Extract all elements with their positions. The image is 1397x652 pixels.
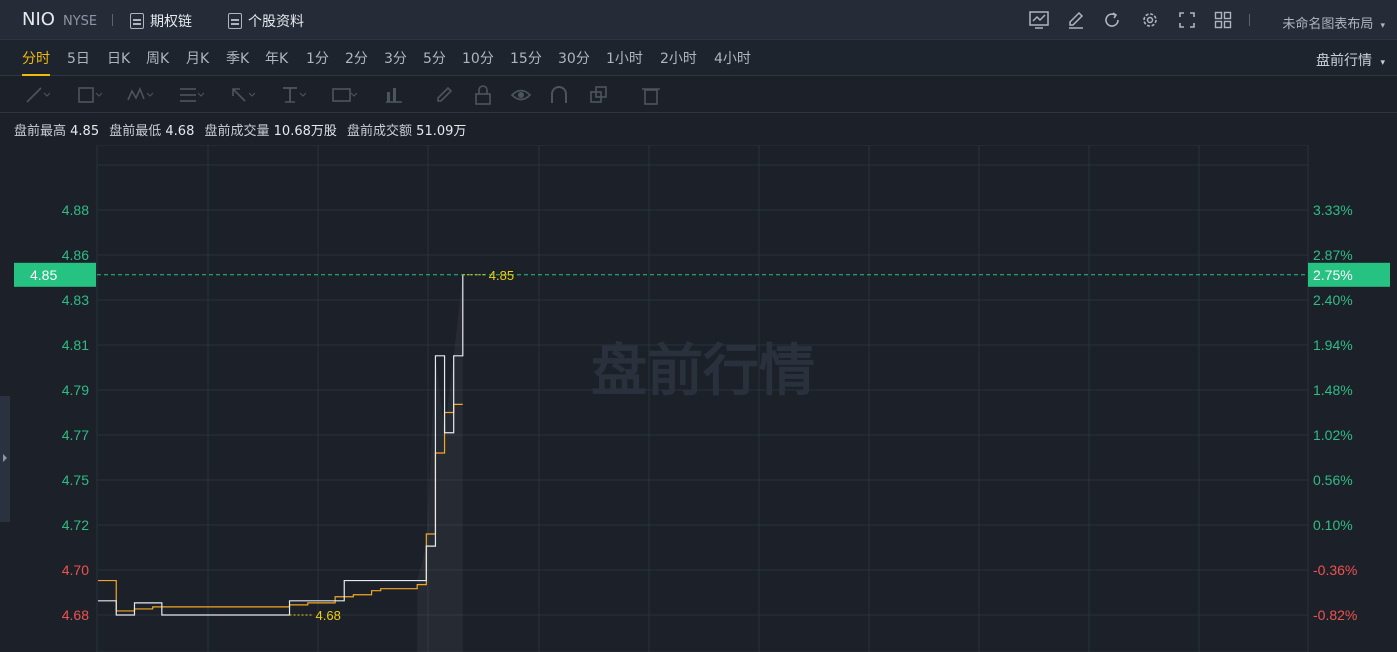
y-tick-label-right: 2.40% <box>1313 292 1353 308</box>
top-bar: NIO NYSE 期权链 个股资料 未命名图表布局 ▾ <box>0 0 1397 40</box>
interval-tab[interactable]: 分时 <box>22 48 50 76</box>
fibonacci-tool-icon[interactable] <box>178 85 204 105</box>
indicator-icon[interactable] <box>1028 9 1050 31</box>
price-chart[interactable]: 盘前行情 4.88 4.86 4.83 4.81 4.79 4.77 4.75 4.72 4.70… <box>0 145 1397 652</box>
low-label: 盘前最低 <box>109 124 162 139</box>
session-label: 盘前行情 <box>1316 53 1373 69</box>
high-marker-label: 4.85 <box>489 268 514 283</box>
y-tick-label-left: 4.70 <box>62 562 89 578</box>
volume-label: 盘前成交量 <box>204 124 270 139</box>
interval-tab[interactable]: 4小时 <box>714 48 751 68</box>
interval-tab[interactable]: 2小时 <box>660 48 697 68</box>
divider <box>1249 14 1250 26</box>
text-tool-icon[interactable] <box>280 85 306 105</box>
y-tick-label-right: 0.10% <box>1313 517 1353 533</box>
y-tick-label-left: 4.68 <box>62 607 89 623</box>
interval-tab[interactable]: 周K <box>146 48 169 68</box>
rectangle-tool-icon[interactable] <box>76 85 102 105</box>
layout-selector[interactable]: 未命名图表布局 ▾ <box>1282 13 1385 32</box>
interval-tab[interactable]: 10分 <box>462 48 494 68</box>
y-tick-label-right: 3.33% <box>1313 202 1353 218</box>
lock-icon[interactable] <box>472 85 498 105</box>
y-tick-label-right: 0.56% <box>1313 472 1353 488</box>
caret-down-icon: ▾ <box>1380 58 1385 68</box>
exchange: NYSE <box>63 14 98 29</box>
interval-tab[interactable]: 2分 <box>345 48 368 68</box>
low-marker-label: 4.68 <box>316 608 341 623</box>
fullscreen-icon[interactable] <box>1176 9 1198 31</box>
y-tick-label-right: 1.94% <box>1313 337 1353 353</box>
amount-label: 盘前成交额 <box>347 124 413 139</box>
arrow-tool-icon[interactable] <box>229 85 255 105</box>
layout-name: 未命名图表布局 <box>1282 17 1374 32</box>
interval-tab[interactable]: 季K <box>226 48 249 68</box>
copy-icon[interactable] <box>588 85 614 105</box>
y-tick-label-right: -0.36% <box>1313 562 1357 578</box>
sidebar-toggle[interactable] <box>0 396 10 522</box>
symbol[interactable]: NIO <box>22 9 55 30</box>
document-icon <box>228 13 242 29</box>
interval-tab[interactable]: 1小时 <box>606 48 643 68</box>
current-price-value: 4.85 <box>30 267 57 283</box>
interval-tab[interactable]: 30分 <box>558 48 590 68</box>
session-selector[interactable]: 盘前行情 ▾ <box>1316 50 1385 70</box>
interval-tab[interactable]: 日K <box>107 48 130 68</box>
interval-tab[interactable]: 1分 <box>306 48 329 68</box>
premarket-stats: 盘前最高 4.85 盘前最低 4.68 盘前成交量 10.68万股 盘前成交额 … <box>14 120 472 139</box>
y-tick-label-left: 4.88 <box>62 202 89 218</box>
stock-profile-link[interactable]: 个股资料 <box>228 11 304 31</box>
volume-value: 10.68万股 <box>273 124 337 139</box>
y-tick-label-left: 4.83 <box>62 292 89 308</box>
edit-icon[interactable] <box>1065 9 1087 31</box>
interval-tab[interactable]: 月K <box>186 48 209 68</box>
amount-value: 51.09万 <box>416 124 467 139</box>
chart-doc-icon <box>130 13 144 29</box>
y-tick-label-left: 4.72 <box>62 517 89 533</box>
pencil-icon[interactable] <box>434 85 460 105</box>
grid-layout-icon[interactable] <box>1212 9 1234 31</box>
watermark: 盘前行情 <box>591 339 815 404</box>
divider <box>112 14 113 26</box>
low-value: 4.68 <box>165 124 195 139</box>
line-tool-icon[interactable] <box>24 85 50 105</box>
y-tick-label-right: 1.48% <box>1313 382 1353 398</box>
interval-tab[interactable]: 5日 <box>67 48 90 68</box>
eye-icon[interactable] <box>510 85 536 105</box>
interval-tab[interactable]: 5分 <box>423 48 446 68</box>
options-chain-link[interactable]: 期权链 <box>130 11 192 31</box>
image-tool-icon[interactable] <box>331 85 357 105</box>
refresh-icon[interactable] <box>1101 9 1123 31</box>
y-tick-label-left: 4.79 <box>62 382 89 398</box>
y-tick-label-left: 4.75 <box>62 472 89 488</box>
measure-tool-icon[interactable] <box>382 85 408 105</box>
y-tick-label-right: 2.87% <box>1313 247 1353 263</box>
settings-icon[interactable] <box>1139 9 1161 31</box>
y-tick-label-left: 4.81 <box>62 337 89 353</box>
interval-tab[interactable]: 年K <box>265 48 288 68</box>
y-tick-label-right: -0.82% <box>1313 607 1357 623</box>
wave-tool-icon[interactable] <box>127 85 153 105</box>
trash-icon[interactable] <box>640 85 666 105</box>
high-label: 盘前最高 <box>14 124 67 139</box>
caret-down-icon: ▾ <box>1380 21 1385 31</box>
high-value: 4.85 <box>70 124 100 139</box>
current-change-value: 2.75% <box>1313 267 1353 283</box>
interval-bar: 分时 5日 日K 周K 月K 季K 年K 1分 2分 3分 5分 10分 15分 30分 1小时 2小时 4小时 <box>0 40 1397 76</box>
options-chain-label: 期权链 <box>150 14 192 30</box>
y-tick-label-left: 4.77 <box>62 427 89 443</box>
stock-profile-label: 个股资料 <box>248 14 304 30</box>
interval-tab[interactable]: 15分 <box>510 48 542 68</box>
interval-tab[interactable]: 3分 <box>384 48 407 68</box>
magnet-icon[interactable] <box>548 85 574 105</box>
drawing-toolbar <box>0 77 1397 113</box>
y-tick-label-left: 4.86 <box>62 247 89 263</box>
y-tick-label-right: 1.02% <box>1313 427 1353 443</box>
